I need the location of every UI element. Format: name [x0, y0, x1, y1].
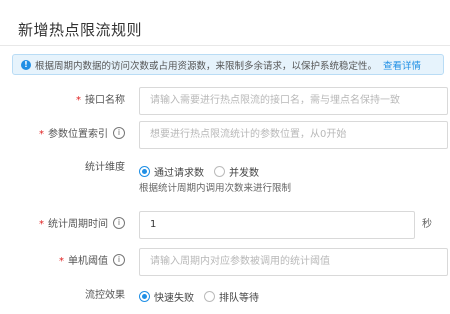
threshold-label-text: 单机阈值 [68, 256, 108, 267]
radio-label: 通过请求数 [154, 167, 204, 179]
required-marker: * [39, 219, 44, 230]
stat-dimension-row: 统计维度 通过请求数 并发数 根据统计周期内调用次数来进行限制 [0, 158, 450, 198]
control-effect-label: 流控效果 [85, 290, 125, 301]
required-marker: * [59, 256, 64, 267]
info-icon: ! [21, 59, 31, 70]
radio-checked-icon [139, 165, 150, 177]
api-name-input[interactable]: 请输入需要进行热点限流的接口名，需与埋点名保持一致 [139, 87, 448, 115]
title-divider [0, 45, 450, 46]
threshold-row: * 单机阈值 i 请输入周期内对应参数被调用的统计阈值 [0, 248, 450, 276]
stat-period-label: * 统计周期时间 i [39, 211, 125, 239]
stat-dimension-radio-group: 通过请求数 并发数 [139, 161, 269, 181]
stat-dimension-hint: 根据统计周期内调用次数来进行限制 [139, 183, 292, 194]
question-circle-icon[interactable]: i [113, 127, 125, 139]
control-effect-radio-group: 快速失败 排队等待 [139, 286, 269, 306]
view-details-link[interactable]: 查看详情 [383, 58, 421, 72]
stat-period-input[interactable]: 1 [139, 211, 415, 239]
radio-queue-wait[interactable]: 排队等待 [204, 289, 259, 304]
param-index-label: * 参数位置索引 i [39, 121, 125, 149]
stat-period-row: * 统计周期时间 i 1 秒 [0, 211, 450, 239]
api-name-label-text: 接口名称 [85, 95, 125, 106]
threshold-input[interactable]: 请输入周期内对应参数被调用的统计阈值 [139, 248, 448, 276]
param-index-input[interactable]: 想要进行热点限流统计的参数位置，从0开始 [139, 121, 448, 149]
stat-dimension-label: 统计维度 [85, 162, 125, 173]
info-text: 根据周期内数据的访问次数或占用资源数，来限制多余请求，以保护系统稳定性。 [35, 60, 378, 72]
radio-label: 快速失败 [154, 292, 194, 304]
required-marker: * [39, 129, 44, 140]
api-name-label: * 接口名称 [76, 87, 125, 115]
radio-label: 排队等待 [219, 292, 259, 304]
info-banner: ! 根据周期内数据的访问次数或占用资源数，来限制多余请求，以保护系统稳定性。 查… [12, 54, 444, 75]
api-name-row: * 接口名称 请输入需要进行热点限流的接口名，需与埋点名保持一致 [0, 87, 450, 115]
stat-period-unit: 秒 [422, 219, 432, 230]
question-circle-icon[interactable]: i [113, 254, 125, 266]
param-index-row: * 参数位置索引 i 想要进行热点限流统计的参数位置，从0开始 [0, 121, 450, 149]
page-title: 新增热点限流规则 [18, 21, 143, 39]
control-effect-row: 流控效果 快速失败 排队等待 [0, 286, 450, 314]
threshold-label: * 单机阈值 i [59, 248, 125, 276]
radio-concurrency[interactable]: 并发数 [214, 164, 259, 179]
question-circle-icon[interactable]: i [113, 217, 125, 229]
radio-pass-requests[interactable]: 通过请求数 [139, 164, 204, 179]
required-marker: * [76, 95, 81, 106]
radio-label: 并发数 [229, 167, 259, 179]
radio-fast-fail[interactable]: 快速失败 [139, 289, 194, 304]
radio-unchecked-icon [214, 165, 225, 177]
stat-period-label-text: 统计周期时间 [48, 219, 108, 230]
param-index-label-text: 参数位置索引 [48, 129, 108, 140]
